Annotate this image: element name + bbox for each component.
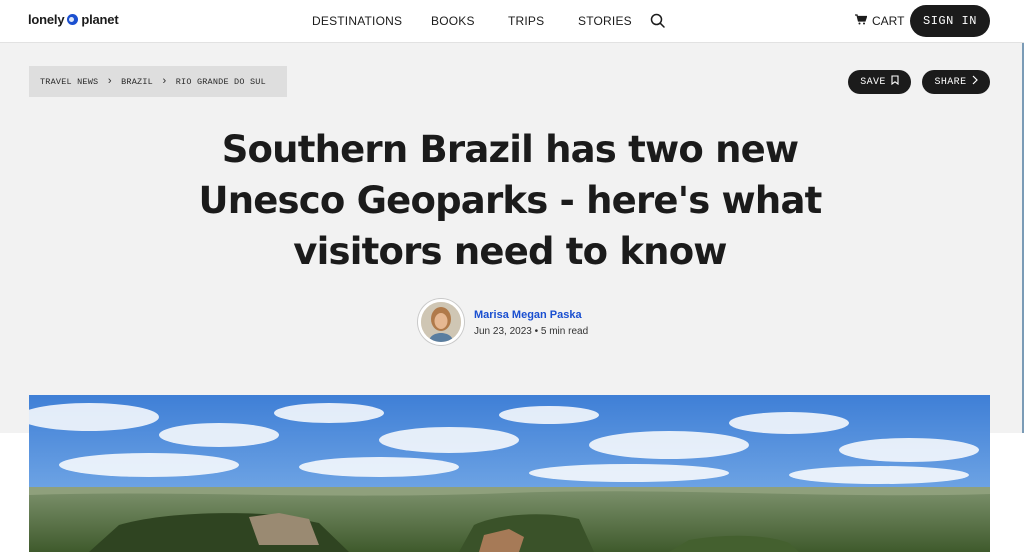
logo-word-lonely: lonely: [28, 12, 65, 27]
globe-icon: [67, 14, 79, 25]
chevron-right-icon: ›: [160, 75, 168, 88]
article-date-readtime: Jun 23, 2023 • 5 min read: [474, 326, 589, 337]
cart-icon: [855, 14, 872, 28]
nav-trips[interactable]: TRIPS: [508, 14, 544, 28]
bookmark-icon: [891, 75, 899, 89]
nav-stories[interactable]: STORIES: [578, 14, 632, 28]
author-name[interactable]: Marisa Megan Paska: [474, 309, 582, 321]
chevron-right-icon: ›: [106, 75, 114, 88]
chevron-right-icon: [972, 75, 978, 89]
nav-books[interactable]: BOOKS: [431, 14, 475, 28]
breadcrumb-rio-grande-do-sul[interactable]: RIO GRANDE DO SUL: [176, 77, 266, 87]
sign-in-button[interactable]: SIGN IN: [910, 5, 990, 37]
title-line: visitors need to know: [293, 230, 727, 273]
share-button[interactable]: SHARE: [922, 70, 990, 94]
site-header: lonely planet DESTINATIONS BOOKS TRIPS S…: [0, 0, 1024, 43]
share-label: SHARE: [934, 76, 967, 88]
breadcrumb-travel-news[interactable]: TRAVEL NEWS: [40, 77, 98, 87]
search-icon[interactable]: [649, 12, 667, 30]
cart-label: CART: [872, 14, 905, 28]
lonely-planet-logo[interactable]: lonely planet: [28, 12, 119, 27]
breadcrumb: TRAVEL NEWS › BRAZIL › RIO GRANDE DO SUL: [29, 66, 287, 97]
article-title: Southern Brazil has two new Unesco Geopa…: [150, 124, 870, 277]
author-avatar[interactable]: [418, 299, 464, 345]
logo-word-planet: planet: [81, 12, 119, 27]
cart-link[interactable]: CART: [855, 14, 904, 28]
save-label: SAVE: [860, 76, 886, 88]
hero-image: [29, 395, 990, 552]
title-line: Southern Brazil has two new: [221, 128, 799, 171]
save-button[interactable]: SAVE: [848, 70, 911, 94]
title-line: Unesco Geoparks - here's what: [198, 179, 822, 222]
breadcrumb-brazil[interactable]: BRAZIL: [121, 77, 153, 87]
nav-destinations[interactable]: DESTINATIONS: [312, 14, 402, 28]
